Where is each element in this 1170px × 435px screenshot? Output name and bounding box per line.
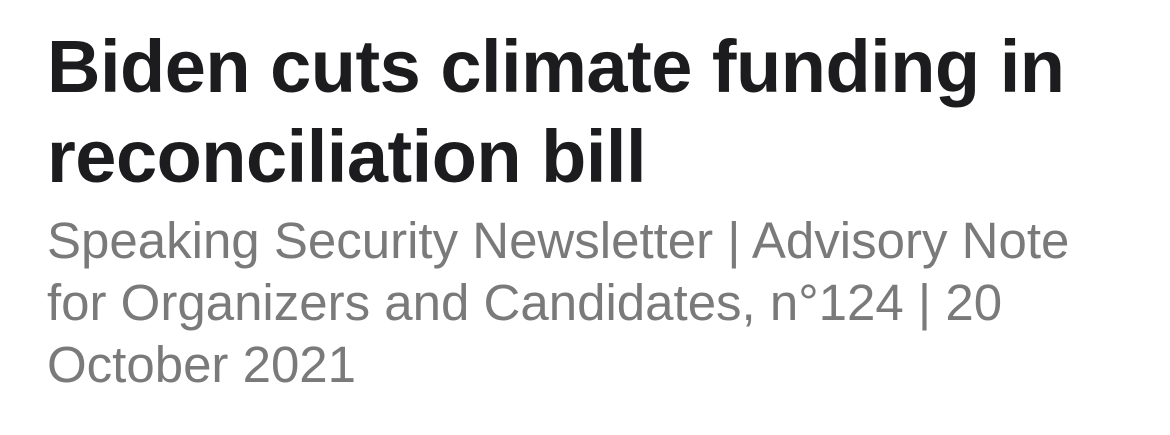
article-header: Biden cuts climate funding in reconcilia… [47, 22, 1147, 396]
article-subtitle: Speaking Security Newsletter | Advisory … [47, 212, 1070, 393]
article-title[interactable]: Biden cuts climate funding in reconcilia… [47, 22, 1147, 202]
